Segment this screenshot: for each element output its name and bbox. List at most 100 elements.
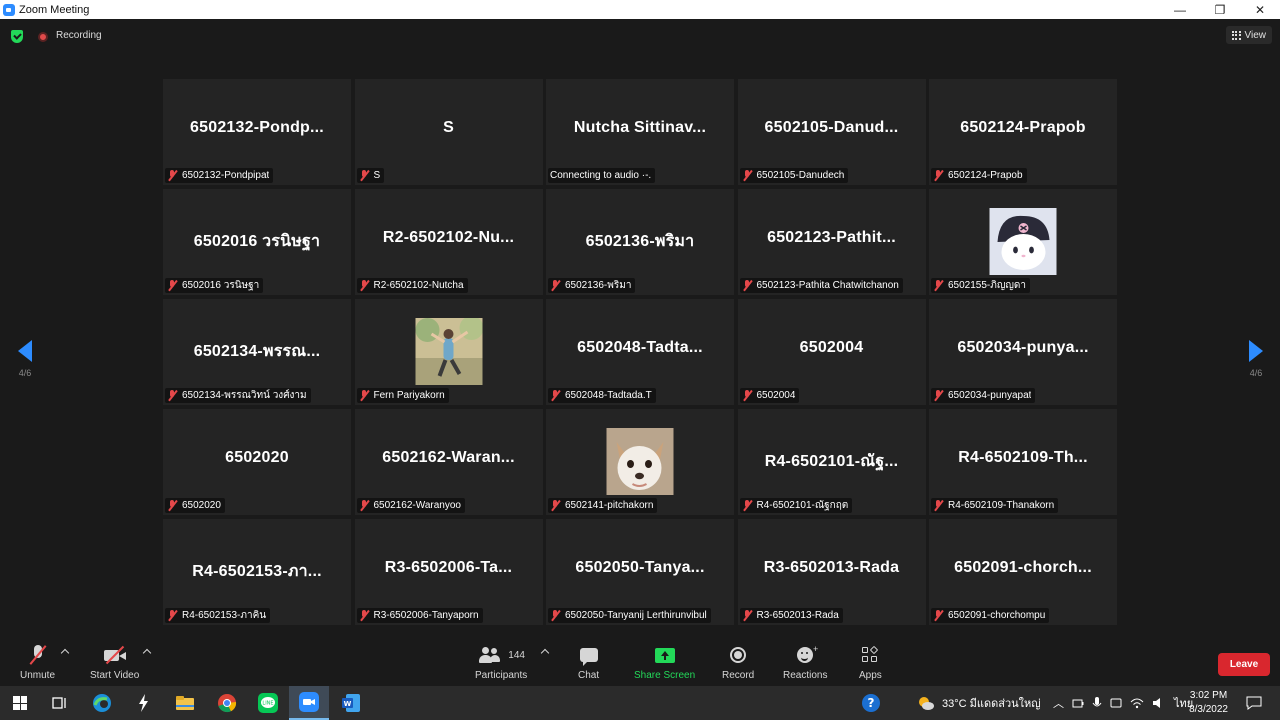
participant-display-name: R3-6502013-Rada <box>763 559 900 576</box>
apps-button[interactable]: Apps <box>859 644 882 681</box>
participant-tile[interactable]: 6502123-Pathit... 6502123-Pathita Chatwit… <box>737 189 926 295</box>
app-taskbar-button[interactable] <box>131 691 155 715</box>
participant-name-label: R4-6502101-ณัฐกฤต <box>739 498 853 513</box>
windows-taskbar: LINE W ? 33°C มีแดดส่วนใหญ่ ︿ ไทย 3:02 P… <box>0 686 1280 720</box>
participant-tile[interactable]: 6502105-Danud... 6502105-Danudech <box>737 79 926 185</box>
video-options-caret[interactable] <box>142 648 152 658</box>
muted-microphone-icon <box>933 170 944 181</box>
battery-icon[interactable] <box>1072 697 1084 709</box>
participants-options-caret[interactable] <box>540 648 550 658</box>
participant-display-name: 6502016 วรนิษฐา <box>193 233 321 250</box>
right-arrow-icon[interactable] <box>1249 340 1263 362</box>
participant-name: Fern Pariyakorn <box>373 390 445 401</box>
meeting-topbar: Recording View <box>0 19 1280 53</box>
muted-microphone-icon <box>359 280 370 291</box>
participant-tile[interactable]: Nutcha Sittinav... Connecting to audio ·-… <box>546 79 734 185</box>
participant-display-name: 6502162-Waran... <box>382 449 515 466</box>
notifications-button[interactable] <box>1242 691 1266 715</box>
muted-microphone-icon <box>550 500 561 511</box>
participant-name: 6502141-pitchakorn <box>565 500 654 511</box>
participant-tile[interactable]: 6502141-pitchakorn <box>546 409 734 515</box>
participant-tile[interactable]: 6502124-Prapob 6502124-Prapob <box>929 79 1117 185</box>
participant-tile[interactable]: R2-6502102-Nu... R2-6502102-Nutcha <box>354 189 543 295</box>
share-screen-button[interactable]: Share Screen <box>634 644 695 681</box>
participant-display-name: 6502034-punya... <box>957 339 1089 356</box>
participant-display-name: 6502050-Tanya... <box>575 559 705 576</box>
unmute-button[interactable]: Unmute <box>20 644 55 681</box>
participant-tile[interactable]: 6502162-Waran... 6502162-Waranyoo <box>354 409 543 515</box>
encryption-shield-icon[interactable] <box>11 30 23 43</box>
taskbar-clock[interactable]: 3:02 PM 8/3/2022 <box>1189 689 1228 717</box>
muted-microphone-icon <box>742 390 753 401</box>
participant-tile[interactable]: 6502048-Tadta... 6502048-Tadtada.T <box>546 299 734 405</box>
participant-tile[interactable]: R4-6502109-Th... R4-6502109-Thanakorn <box>929 409 1117 515</box>
edge-taskbar-button[interactable] <box>90 691 114 715</box>
participant-name: 6502123-Pathita Chatwitchanon <box>756 280 899 291</box>
maximize-button[interactable]: ❐ <box>1200 0 1240 19</box>
participant-tile[interactable]: SS <box>354 79 543 185</box>
participant-tile[interactable]: 6502004 6502004 <box>737 299 926 405</box>
chrome-taskbar-button[interactable] <box>215 691 239 715</box>
participant-tile[interactable]: 6502132-Pondp... 6502132-Pondpipat <box>163 79 351 185</box>
participant-tile[interactable]: 6502016 วรนิษฐา 6502016 วรนิษฐา <box>163 189 351 295</box>
minimize-button[interactable]: — <box>1160 0 1200 19</box>
help-taskbar-button[interactable]: ? <box>859 691 883 715</box>
participant-tile[interactable]: R4-6502101-ณัฐ... R4-6502101-ณัฐกฤต <box>737 409 926 515</box>
task-view-button[interactable] <box>48 691 72 715</box>
participant-name-label: R2-6502102-Nutcha <box>356 278 468 293</box>
muted-microphone-icon <box>167 390 178 401</box>
participant-tile[interactable]: 6502020 6502020 <box>163 409 351 515</box>
participant-display-name: 6502124-Prapob <box>960 119 1086 136</box>
participant-name: 6502050-Tanyanij Lerthirunvibul <box>565 610 707 621</box>
reactions-button[interactable]: + Reactions <box>783 644 827 681</box>
participant-tile[interactable]: R4-6502153-ภา... R4-6502153-ภาคิน <box>163 519 351 625</box>
meet-now-icon[interactable] <box>1110 697 1122 709</box>
participant-name-label: 6502016 วรนิษฐา <box>165 278 264 293</box>
participant-name: 6502016 วรนิษฐา <box>182 280 260 291</box>
participant-name: S <box>373 170 381 181</box>
record-button[interactable]: Record <box>722 644 754 681</box>
start-video-button[interactable]: Start Video <box>90 644 139 681</box>
close-button[interactable]: ✕ <box>1240 0 1280 19</box>
muted-microphone-icon <box>933 610 944 621</box>
file-explorer-taskbar-button[interactable] <box>173 691 197 715</box>
svg-text:LINE: LINE <box>262 701 273 707</box>
apps-icon <box>862 645 879 663</box>
participant-tile[interactable]: 6502034-punya... 6502034-punyapat <box>929 299 1117 405</box>
participant-name-label: 6502141-pitchakorn <box>548 498 658 513</box>
participant-tile[interactable]: R3-6502006-Ta... R3-6502006-Tanyaporn <box>354 519 543 625</box>
chat-button[interactable]: Chat <box>578 644 599 681</box>
participant-name: 6502020 <box>182 500 221 511</box>
participant-tile[interactable]: R3-6502013-Rada R3-6502013-Rada <box>737 519 926 625</box>
next-page-nav[interactable]: 4/6 <box>1244 340 1268 378</box>
weather-widget[interactable]: 33°C มีแดดส่วนใหญ่ <box>916 686 1041 720</box>
windows-logo-icon <box>13 696 27 710</box>
microphone-icon[interactable] <box>1092 697 1102 709</box>
participant-tile[interactable]: Fern Pariyakorn <box>354 299 543 405</box>
word-taskbar-button[interactable]: W <box>339 691 363 715</box>
view-button[interactable]: View <box>1225 26 1272 44</box>
participant-tile[interactable]: 6502050-Tanya... 6502050-Tanyanij Lerthir… <box>546 519 734 625</box>
participant-display-name: 6502105-Danud... <box>764 119 899 136</box>
participant-name: Connecting to audio ·-. <box>550 170 652 181</box>
line-taskbar-button[interactable]: LINE <box>256 691 280 715</box>
volume-icon[interactable] <box>1152 697 1166 709</box>
participant-name: 6502134-พรรณวิทน์ วงศ์งาม <box>182 390 307 401</box>
participant-tile[interactable]: 6502134-พรรณ... 6502134-พรรณวิทน์ วงศ์งาม <box>163 299 351 405</box>
participants-button[interactable]: 144 Participants <box>475 644 527 681</box>
leave-button[interactable]: Leave <box>1218 653 1270 676</box>
participant-name: R4-6502109-Thanakorn <box>948 500 1055 511</box>
left-arrow-icon[interactable] <box>18 340 32 362</box>
participant-tile[interactable]: 6502136-พริมา 6502136-พริมา <box>546 189 734 295</box>
audio-options-caret[interactable] <box>60 648 70 658</box>
muted-microphone-icon <box>933 500 944 511</box>
participant-tile[interactable]: 6502091-chorch... 6502091-chorchompu <box>929 519 1117 625</box>
participant-tile[interactable]: 6502155-ภิญญดา <box>929 189 1117 295</box>
show-hidden-icons-chevron-icon[interactable]: ︿ <box>1053 695 1064 711</box>
notification-icon <box>1246 696 1262 710</box>
start-button[interactable] <box>8 691 32 715</box>
wifi-icon[interactable] <box>1130 697 1144 709</box>
previous-page-nav[interactable]: 4/6 <box>13 340 37 378</box>
zoom-taskbar-button[interactable] <box>289 686 329 720</box>
view-label: View <box>1244 29 1267 41</box>
